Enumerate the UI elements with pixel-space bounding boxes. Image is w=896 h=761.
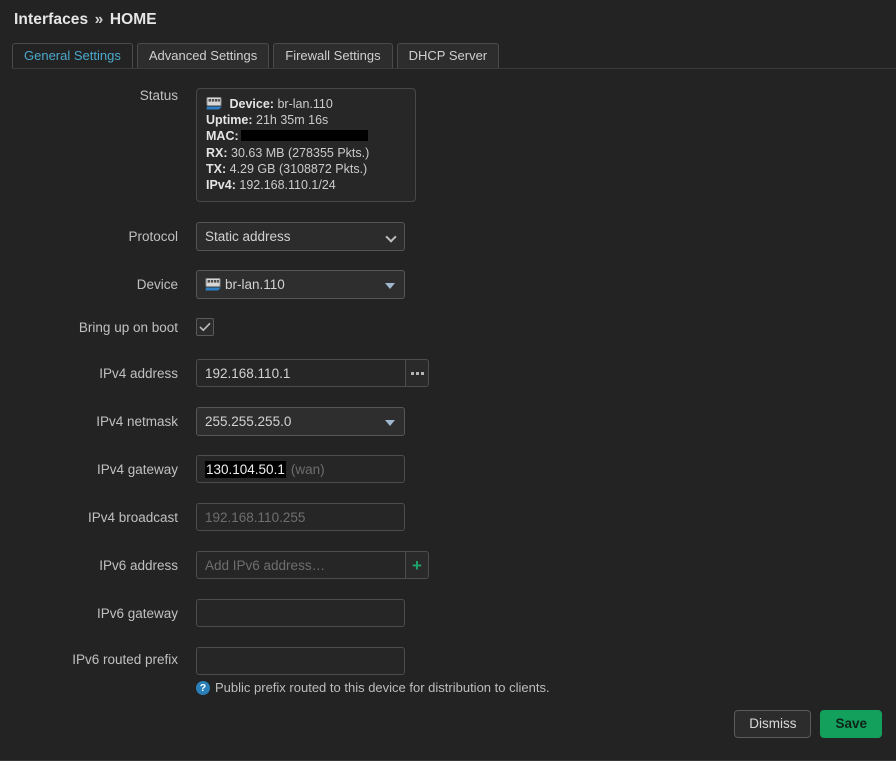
row-protocol: Protocol Static address — [0, 222, 896, 252]
interface-status-box: Device: br-lan.110 Uptime: 21h 35m 16s M… — [196, 88, 416, 203]
ipv4-gateway-hint: (wan) — [290, 461, 325, 477]
label-status: Status — [139, 88, 178, 103]
row-ipv6-routed-prefix: IPv6 routed prefix ? Public prefix route… — [0, 647, 896, 695]
network-switch-icon — [206, 97, 223, 110]
dismiss-button[interactable]: Dismiss — [734, 710, 812, 738]
row-ipv4-address: IPv4 address — [0, 359, 896, 388]
label-ipv6-gateway: IPv6 gateway — [96, 605, 178, 621]
status-device-key: Device: — [229, 97, 274, 111]
ipv4-address-input[interactable] — [196, 359, 405, 388]
tab-firewall-settings-label: Firewall Settings — [285, 48, 381, 63]
caret-down-icon — [385, 420, 395, 427]
label-ipv6-routed-prefix: IPv6 routed prefix — [72, 652, 178, 668]
row-ipv6-gateway: IPv6 gateway — [0, 599, 896, 628]
status-uptime-line: Uptime: 21h 35m 16s — [206, 112, 406, 128]
ipv6-routed-prefix-description-text: Public prefix routed to this device for … — [215, 680, 550, 696]
ipv4-netmask-value: 255.255.255.0 — [205, 414, 292, 430]
row-ipv4-gateway: IPv4 gateway 130.104.50.1 (wan) — [0, 455, 896, 484]
row-ipv6-address: IPv6 address + — [0, 551, 896, 580]
status-ipv4-value: 192.168.110.1/24 — [239, 178, 336, 193]
device-combobox-value: br-lan.110 — [225, 277, 285, 293]
ipv6-address-input[interactable] — [196, 551, 405, 580]
breadcrumb: Interfaces » HOME — [14, 11, 157, 29]
ipv6-routed-prefix-description: ? Public prefix routed to this device fo… — [196, 680, 896, 695]
checkmark-icon — [199, 322, 211, 332]
tab-advanced-settings[interactable]: Advanced Settings — [136, 43, 270, 68]
plus-icon: + — [412, 555, 422, 575]
protocol-select[interactable]: Static address — [196, 222, 405, 252]
bring-up-on-boot-checkbox[interactable] — [196, 318, 214, 337]
label-ipv4-address: IPv4 address — [99, 365, 178, 381]
ipv6-routed-prefix-input[interactable] — [196, 647, 405, 676]
ipv4-address-group — [196, 359, 896, 388]
tab-general-settings-label: General Settings — [24, 48, 121, 63]
status-rx-value: 30.63 MB (278355 Pkts.) — [231, 145, 370, 160]
row-ipv4-netmask: IPv4 netmask 255.255.255.0 — [0, 407, 896, 437]
status-tx-line: TX: 4.29 GB (3108872 Pkts.) — [206, 161, 406, 177]
dialog-footer: Dismiss Save — [734, 710, 882, 738]
row-device: Device br-lan.110 — [0, 270, 896, 300]
row-status: Status Device: br-lan.110 Uptime: 21h 35… — [0, 88, 896, 203]
status-ipv4-line: IPv4: 192.168.110.1/24 — [206, 177, 406, 193]
status-device-line: Device: br-lan.110 — [206, 96, 406, 112]
label-device: Device — [136, 277, 178, 293]
label-ipv6-address: IPv6 address — [99, 557, 178, 573]
protocol-select-wrapper: Static address — [196, 222, 405, 252]
status-tx-key: TX: — [206, 161, 227, 176]
breadcrumb-separator: » — [94, 11, 104, 28]
status-ipv4-key: IPv4: — [206, 178, 236, 193]
tab-general-settings[interactable]: General Settings — [12, 43, 133, 68]
label-ipv4-gateway: IPv4 gateway — [96, 461, 178, 477]
ipv4-broadcast-input[interactable] — [196, 503, 405, 532]
label-ipv4-broadcast: IPv4 broadcast — [87, 509, 178, 525]
ipv4-gateway-value: 130.104.50.1 — [205, 460, 286, 478]
label-ipv4-netmask: IPv4 netmask — [96, 414, 178, 430]
general-settings-form: Status Device: br-lan.110 Uptime: 21h 35… — [0, 88, 896, 695]
ellipsis-icon — [410, 371, 424, 375]
ipv6-address-add-button[interactable]: + — [405, 551, 429, 580]
status-mac-line: MAC: — [206, 128, 406, 144]
status-tx-value: 4.29 GB (3108872 Pkts.) — [229, 161, 368, 176]
ipv6-gateway-input[interactable] — [196, 599, 405, 628]
tab-advanced-settings-label: Advanced Settings — [148, 48, 258, 63]
status-uptime-value: 21h 35m 16s — [256, 113, 329, 128]
tab-firewall-settings[interactable]: Firewall Settings — [273, 43, 393, 68]
ipv4-address-options-button[interactable] — [405, 359, 429, 388]
tab-dhcp-server-label: DHCP Server — [408, 48, 488, 63]
interface-config-dialog: Interfaces » HOME General Settings Advan… — [0, 0, 896, 761]
status-uptime-key: Uptime: — [206, 113, 253, 128]
device-combobox[interactable]: br-lan.110 — [196, 270, 405, 300]
row-ipv4-broadcast: IPv4 broadcast — [0, 503, 896, 532]
network-switch-icon — [205, 278, 222, 291]
status-rx-line: RX: 30.63 MB (278355 Pkts.) — [206, 145, 406, 161]
save-button[interactable]: Save — [820, 710, 882, 738]
help-icon: ? — [196, 680, 210, 695]
settings-tabs: General Settings Advanced Settings Firew… — [12, 43, 896, 69]
ipv6-address-group: + — [196, 551, 896, 580]
label-bring-up-on-boot: Bring up on boot — [78, 320, 178, 336]
status-device-value: br-lan.110 — [277, 97, 333, 111]
label-protocol: Protocol — [128, 229, 178, 245]
tab-dhcp-server[interactable]: DHCP Server — [396, 43, 500, 68]
row-bring-up-on-boot: Bring up on boot — [0, 318, 896, 337]
breadcrumb-interface-name: HOME — [109, 11, 157, 28]
breadcrumb-section: Interfaces — [14, 11, 89, 28]
caret-down-icon — [385, 283, 395, 290]
ipv4-gateway-input[interactable]: 130.104.50.1 (wan) — [196, 455, 405, 484]
mac-address-redaction-bar — [240, 130, 368, 142]
status-rx-key: RX: — [206, 145, 228, 160]
ipv4-netmask-combobox[interactable]: 255.255.255.0 — [196, 407, 405, 437]
status-mac-key: MAC: — [206, 129, 239, 144]
